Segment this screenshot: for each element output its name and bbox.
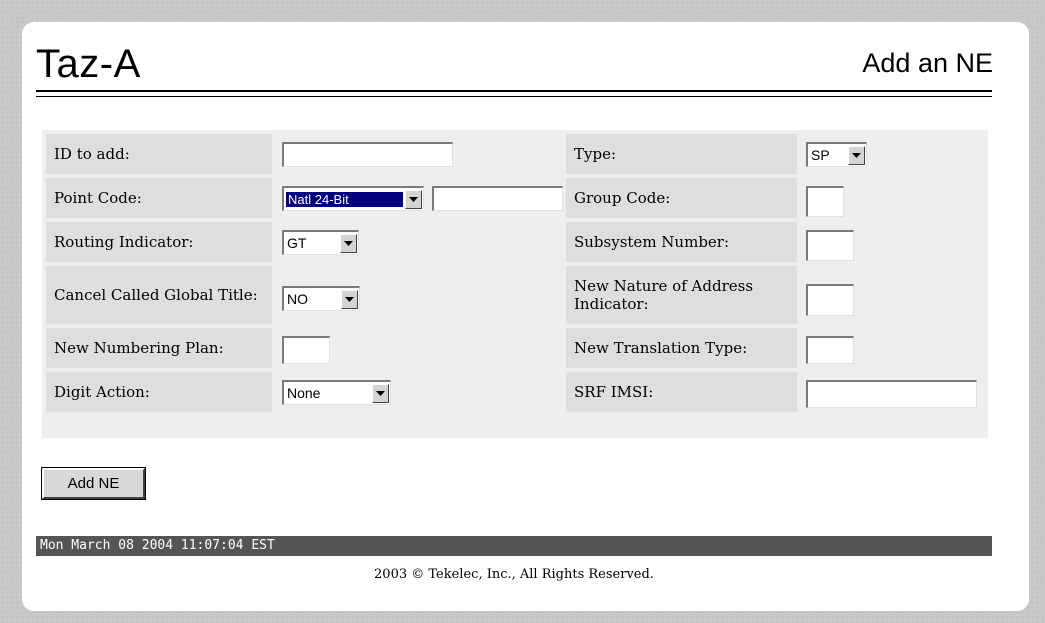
chevron-down-icon[interactable] — [405, 189, 422, 209]
main-card: Taz-A Add an NE ID to add: Type: SP Poin… — [22, 22, 1029, 611]
subsystem-number-input[interactable] — [806, 230, 854, 261]
add-ne-button[interactable]: Add NE — [41, 467, 146, 500]
add-ne-form: ID to add: Type: SP Point Code: Natl 24-… — [42, 130, 988, 438]
id-to-add-label: ID to add: — [46, 134, 272, 174]
new-numbering-plan-label: New Numbering Plan: — [46, 328, 272, 368]
digit-action-select[interactable]: None — [282, 380, 391, 405]
digit-action-label: Digit Action: — [46, 372, 272, 412]
srf-imsi-label: SRF IMSI: — [566, 372, 797, 412]
new-translation-type-label: New Translation Type: — [566, 328, 797, 368]
copyright-notice: 2003 © Tekelec, Inc., All Rights Reserve… — [374, 567, 654, 582]
routing-indicator-value: GT — [287, 235, 307, 251]
chevron-down-icon[interactable] — [372, 383, 389, 403]
srf-imsi-input[interactable] — [806, 380, 977, 408]
type-label: Type: — [566, 134, 797, 174]
new-numbering-plan-input[interactable] — [282, 336, 330, 364]
point-code-format-select[interactable]: Natl 24-Bit — [282, 186, 424, 211]
group-code-label: Group Code: — [566, 178, 797, 218]
subsystem-number-label: Subsystem Number: — [566, 222, 797, 262]
cancel-called-global-title-label: Cancel Called Global Title: — [46, 266, 272, 324]
status-bar-timestamp: Mon March 08 2004 11:07:04 EST — [36, 536, 992, 556]
new-translation-type-input[interactable] — [806, 336, 854, 364]
group-code-input[interactable] — [806, 186, 844, 217]
digit-action-value: None — [287, 385, 321, 401]
new-nature-of-address-indicator-input[interactable] — [806, 284, 854, 316]
type-select[interactable]: SP — [806, 142, 867, 167]
point-code-input[interactable] — [432, 186, 563, 211]
header-divider-thin — [36, 96, 992, 97]
cancel-called-global-title-value: NO — [287, 291, 308, 307]
chevron-down-icon[interactable] — [848, 145, 865, 165]
id-to-add-input[interactable] — [282, 142, 453, 167]
app-title: Taz-A — [36, 42, 141, 86]
cancel-called-global-title-select[interactable]: NO — [282, 286, 360, 311]
chevron-down-icon[interactable] — [340, 233, 357, 253]
header-divider — [36, 90, 992, 92]
new-nature-of-address-indicator-label: New Nature of Address Indicator: — [566, 266, 797, 324]
page-heading: Add an NE — [862, 48, 993, 78]
routing-indicator-select[interactable]: GT — [282, 230, 359, 255]
chevron-down-icon[interactable] — [341, 289, 358, 309]
routing-indicator-label: Routing Indicator: — [46, 222, 272, 262]
type-select-value: SP — [811, 147, 830, 163]
point-code-label: Point Code: — [46, 178, 272, 218]
point-code-format-value: Natl 24-Bit — [286, 191, 403, 207]
